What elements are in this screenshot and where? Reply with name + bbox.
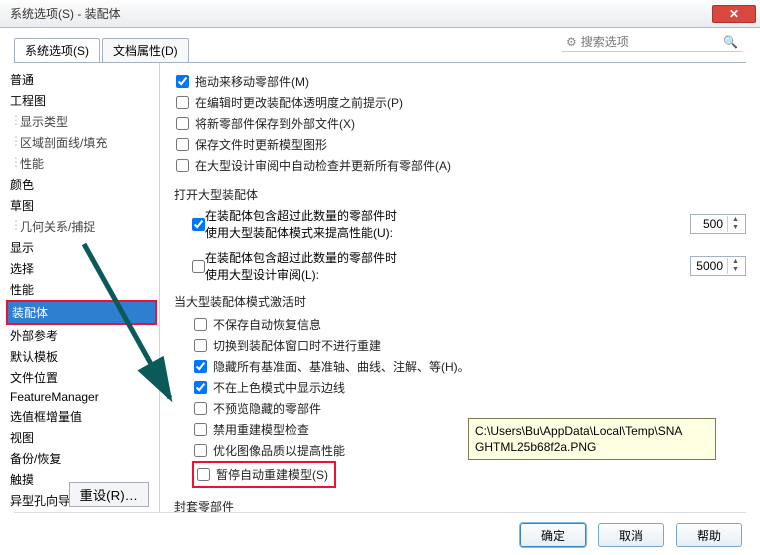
checkbox[interactable] <box>194 339 207 352</box>
spin-up-icon[interactable]: ▲ <box>728 216 743 224</box>
sidebar: 普通工程图显示类型区域剖面线/填充性能颜色草图几何关系/捕捉显示选择性能装配体外… <box>0 63 160 513</box>
sidebar-item[interactable]: 选值框增量值 <box>6 406 157 427</box>
spin-up-icon[interactable]: ▲ <box>728 258 743 266</box>
tab-system-options[interactable]: 系统选项(S) <box>14 38 100 62</box>
spin-down-icon[interactable]: ▼ <box>728 224 743 232</box>
tab-document-properties[interactable]: 文档属性(D) <box>102 38 189 62</box>
checkbox[interactable] <box>194 444 207 457</box>
checkbox-label: 在编辑时更改装配体透明度之前提示(P) <box>195 94 403 111</box>
checkbox-label: 不保存自动恢复信息 <box>213 316 321 333</box>
checkbox[interactable] <box>176 117 189 130</box>
section-open-large: 打开大型装配体 <box>174 186 746 203</box>
spin-large-review[interactable]: ▲▼ <box>690 256 746 276</box>
spin-large-mode-input[interactable] <box>691 217 727 231</box>
spin-large-review-input[interactable] <box>691 259 727 273</box>
checkbox-label: 在大型设计审阅中自动检查并更新所有零部件(A) <box>195 157 451 174</box>
window-title: 系统选项(S) - 装配体 <box>10 5 712 22</box>
lbl-large-mode-b: 使用大型装配体模式来提高性能(U): <box>205 224 397 241</box>
sidebar-item[interactable]: 性能 <box>6 279 157 300</box>
sidebar-item[interactable]: 普通 <box>6 69 157 90</box>
checkbox[interactable] <box>197 468 210 481</box>
cancel-button[interactable]: 取消 <box>598 523 664 547</box>
sidebar-item[interactable]: 性能 <box>6 153 157 174</box>
search-box[interactable]: ⚙ 🔍 <box>562 33 742 52</box>
close-button[interactable]: ✕ <box>712 5 756 23</box>
checkbox-label: 隐藏所有基准面、基准轴、曲线、注解、等(H)。 <box>213 358 470 375</box>
reset-button[interactable]: 重设(R)… <box>69 482 150 507</box>
sidebar-item[interactable]: 区域剖面线/填充 <box>6 132 157 153</box>
sidebar-item[interactable]: 工程图 <box>6 90 157 111</box>
lbl-large-review-b: 使用大型设计审阅(L): <box>205 266 397 283</box>
ok-button[interactable]: 确定 <box>520 523 586 547</box>
lbl-large-mode-a: 在装配体包含超过此数量的零部件时 <box>205 207 397 224</box>
sidebar-item[interactable]: FeatureManager <box>6 388 157 406</box>
sidebar-item[interactable]: 视图 <box>6 427 157 448</box>
checkbox-label: 不在上色模式中显示边线 <box>213 379 345 396</box>
lbl-large-review-a: 在装配体包含超过此数量的零部件时 <box>205 249 397 266</box>
spin-down-icon[interactable]: ▼ <box>728 266 743 274</box>
sidebar-item[interactable]: 装配体 <box>8 302 155 323</box>
sidebar-item[interactable]: 显示类型 <box>6 111 157 132</box>
sidebar-item[interactable]: 文件位置 <box>6 367 157 388</box>
checkbox[interactable] <box>194 360 207 373</box>
help-button[interactable]: 帮助 <box>676 523 742 547</box>
sidebar-item[interactable]: 备份/恢复 <box>6 448 157 469</box>
section-large-active: 当大型装配体模式激活时 <box>174 293 746 310</box>
sidebar-item[interactable]: 几何关系/捕捉 <box>6 216 157 237</box>
checkbox-label: 切换到装配体窗口时不进行重建 <box>213 337 381 354</box>
gear-icon: ⚙ <box>566 35 577 49</box>
checkbox[interactable] <box>194 423 207 436</box>
options-panel: 拖动来移动零部件(M) 在编辑时更改装配体透明度之前提示(P) 将新零部件保存到外部… <box>160 63 760 513</box>
sidebar-item[interactable]: 选择 <box>6 258 157 279</box>
chk-large-review[interactable] <box>192 260 205 273</box>
sidebar-item[interactable]: 草图 <box>6 195 157 216</box>
checkbox[interactable] <box>176 96 189 109</box>
sidebar-item[interactable]: 显示 <box>6 237 157 258</box>
checkbox-label: 优化图像品质以提高性能 <box>213 442 345 459</box>
checkbox-label: 保存文件时更新模型图形 <box>195 136 327 153</box>
checkbox[interactable] <box>194 381 207 394</box>
checkbox[interactable] <box>194 318 207 331</box>
sidebar-item[interactable]: 默认模板 <box>6 346 157 367</box>
checkbox-label: 将新零部件保存到外部文件(X) <box>195 115 355 132</box>
sidebar-item[interactable]: 外部参考 <box>6 325 157 346</box>
tooltip-path: C:\Users\Bu\AppData\Local\Temp\SNA GHTML… <box>468 418 716 460</box>
section-envelope: 封套零部件 <box>174 498 746 513</box>
checkbox[interactable] <box>176 138 189 151</box>
checkbox[interactable] <box>176 75 189 88</box>
checkbox[interactable] <box>176 159 189 172</box>
checkbox[interactable] <box>194 402 207 415</box>
chk-large-mode[interactable] <box>192 218 205 231</box>
checkbox-label: 不预览隐藏的零部件 <box>213 400 321 417</box>
search-input[interactable] <box>581 35 691 49</box>
search-icon: 🔍 <box>723 35 738 49</box>
checkbox-label: 拖动来移动零部件(M) <box>195 73 309 90</box>
checkbox-label: 禁用重建模型检查 <box>213 421 309 438</box>
spin-large-mode[interactable]: ▲▼ <box>690 214 746 234</box>
checkbox-label: 暂停自动重建模型(S) <box>216 466 328 483</box>
sidebar-item[interactable]: 颜色 <box>6 174 157 195</box>
